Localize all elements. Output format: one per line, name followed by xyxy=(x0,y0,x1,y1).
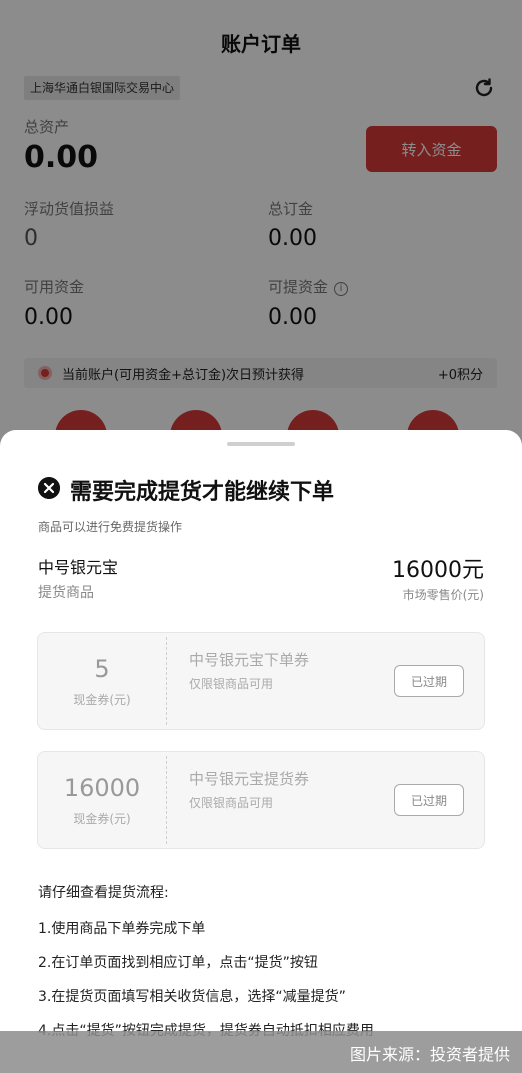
coupon-desc: 仅限银商品可用 xyxy=(189,677,274,691)
coupon-divider xyxy=(166,637,167,725)
step-item: 1.使用商品下单券完成下单 xyxy=(38,921,206,937)
step-item: 2.在订单页面找到相应订单，点击“提货”按钮 xyxy=(38,955,318,971)
product-price-label: 市场零售价(元) xyxy=(402,588,484,602)
product-price: 16000元 xyxy=(392,558,484,583)
product-name: 中号银元宝 xyxy=(38,558,119,577)
coupon-name: 中号银元宝提货券 xyxy=(189,770,310,788)
coupon-card: 16000 现金券(元) 中号银元宝提货券 仅限银商品可用 已过期 xyxy=(37,751,485,849)
steps-title: 请仔细查看提货流程: xyxy=(38,885,169,901)
coupon-amount-label: 现金券(元) xyxy=(73,812,131,826)
close-icon[interactable] xyxy=(38,477,60,499)
coupon-amount: 5 xyxy=(94,655,110,683)
step-item: 3.在提货页面填写相关收货信息，选择“减量提货” xyxy=(38,989,346,1005)
coupon-divider xyxy=(166,756,167,844)
coupon-card: 5 现金券(元) 中号银元宝下单券 仅限银商品可用 已过期 xyxy=(37,632,485,730)
product-type: 提货商品 xyxy=(38,585,94,601)
coupon-desc: 仅限银商品可用 xyxy=(189,796,274,810)
coupon-expired-button[interactable]: 已过期 xyxy=(394,784,464,816)
pickup-required-sheet: 需要完成提货才能继续下单 商品可以进行免费提货操作 中号银元宝 提货商品 160… xyxy=(0,430,522,1073)
drag-handle[interactable] xyxy=(227,442,295,446)
image-source-caption: 图片来源：投资者提供 xyxy=(0,1031,522,1073)
coupon-expired-button[interactable]: 已过期 xyxy=(394,665,464,697)
source-text: 图片来源：投资者提供 xyxy=(349,1045,510,1064)
coupon-name: 中号银元宝下单券 xyxy=(189,651,310,669)
sheet-subtitle: 商品可以进行免费提货操作 xyxy=(38,520,183,534)
coupon-amount-label: 现金券(元) xyxy=(73,693,131,707)
coupon-amount: 16000 xyxy=(63,774,141,802)
sheet-title: 需要完成提货才能继续下单 xyxy=(70,480,335,505)
